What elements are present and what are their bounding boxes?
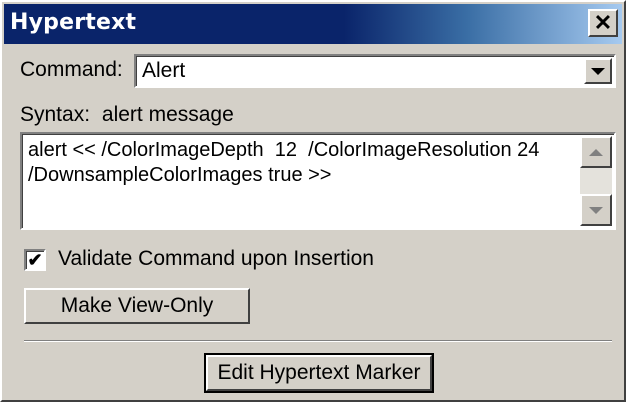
make-view-only-button[interactable]: Make View-Only: [24, 288, 250, 324]
command-dropdown-button[interactable]: [584, 58, 612, 84]
validate-checkbox[interactable]: ✔: [24, 249, 46, 271]
hypertext-dialog: Hypertext ✕ Command: Alert Syntax: alert…: [0, 0, 626, 402]
syntax-line: Syntax: alert message: [20, 103, 234, 127]
chevron-down-icon: [591, 67, 605, 75]
command-text: alert << /ColorImageDepth 12 /ColorImage…: [28, 139, 540, 186]
arrow-up-icon: [589, 148, 603, 156]
syntax-value: alert message: [101, 103, 234, 126]
close-icon: ✕: [593, 10, 613, 35]
command-value: Alert: [142, 59, 186, 82]
divider: [24, 340, 612, 342]
checkmark-icon: ✔: [27, 250, 43, 270]
arrow-down-icon: [589, 206, 603, 214]
window-title: Hypertext: [10, 10, 137, 35]
title-bar[interactable]: Hypertext ✕: [4, 4, 622, 44]
make-view-only-label: Make View-Only: [60, 294, 214, 317]
command-combobox[interactable]: Alert: [134, 54, 616, 88]
command-text-area[interactable]: alert << /ColorImageDepth 12 /ColorImage…: [20, 132, 616, 230]
command-label: Command:: [20, 58, 123, 81]
scroll-down-button[interactable]: [580, 194, 612, 226]
scroll-up-button[interactable]: [580, 136, 612, 168]
vertical-scrollbar[interactable]: [580, 136, 612, 226]
edit-hypertext-marker-label: Edit Hypertext Marker: [217, 361, 421, 384]
validate-label[interactable]: Validate Command upon Insertion: [58, 247, 374, 271]
close-button[interactable]: ✕: [588, 9, 618, 37]
syntax-label: Syntax:: [20, 103, 91, 126]
edit-hypertext-marker-button[interactable]: Edit Hypertext Marker: [204, 353, 434, 393]
